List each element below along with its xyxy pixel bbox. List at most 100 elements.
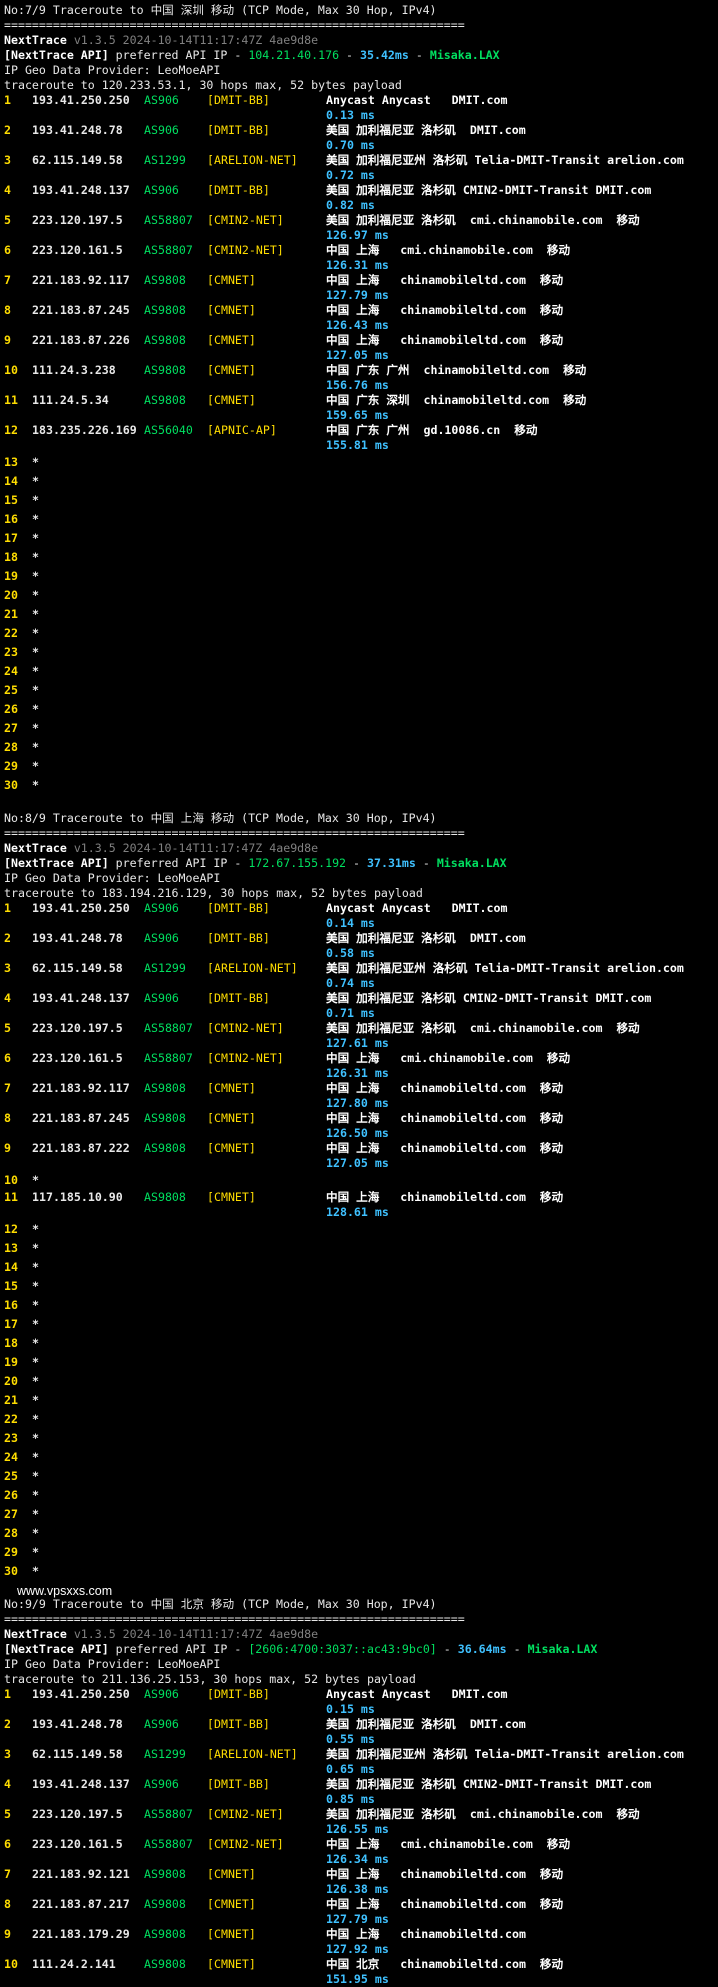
hop-timeout-row: 16 *	[4, 1296, 718, 1315]
hop-timeout-row: 14 *	[4, 472, 718, 491]
hop-geo: 美国 加利福尼亚 洛杉矶 CMIN2-DMIT-Transit DMIT.com	[326, 991, 652, 1005]
version-info: v1.3.5 2024-10-14T11:17:47Z 4ae9d8e	[73, 841, 319, 855]
section-title: No:7/9 Traceroute to 中国 深圳 移动 (TCP Mode,…	[4, 3, 437, 17]
hop-row: 4 193.41.248.137 AS906 [DMIT-BB] 美国 加利福尼亚 洛杉…	[4, 183, 718, 198]
hop-number: 15	[4, 493, 18, 507]
hop-asn: AS56040	[144, 423, 193, 437]
hop-geo: 美国 加利福尼亚 洛杉矶 cmi.chinamobile.com 移动	[326, 1021, 640, 1035]
hop-geo: 中国 上海 cmi.chinamobile.com 移动	[326, 243, 571, 257]
api-dash: -	[339, 48, 361, 62]
timeout-star: *	[32, 1412, 39, 1426]
hop-ip: 221.183.87.245	[32, 1111, 130, 1125]
version-info: v1.3.5 2024-10-14T11:17:47Z 4ae9d8e	[73, 33, 319, 47]
hop-geo: Anycast Anycast DMIT.com	[326, 901, 508, 915]
hop-row: 2 193.41.248.78 AS906 [DMIT-BB] 美国 加利福尼亚 洛杉矶…	[4, 1717, 718, 1732]
timeout-star: *	[32, 778, 39, 792]
hop-tag: [CMNET]	[207, 363, 256, 377]
hop-timeout-row: 27 *	[4, 1505, 718, 1524]
hop-number: 6	[4, 1051, 11, 1065]
hop-entry: 5 223.120.197.5 AS58807 [CMIN2-NET] 美国 加利福尼亚…	[4, 1807, 718, 1837]
hop-row: 1 193.41.250.250 AS906 [DMIT-BB] Anycast Any…	[4, 93, 718, 108]
hop-timeout-row: 16 *	[4, 510, 718, 529]
hop-geo: 中国 北京 chinamobileltd.com 移动	[326, 1957, 564, 1971]
hop-row: 7 221.183.92.117 AS9808 [CMNET] 中国 上海 chinam…	[4, 273, 718, 288]
hop-entry: 12 183.235.226.169 AS56040 [APNIC-AP] 中国 广东 …	[4, 423, 718, 453]
hop-geo: 中国 上海 cmi.chinamobile.com 移动	[326, 1837, 571, 1851]
hop-number: 7	[4, 273, 11, 287]
hop-timeout-row: 27 *	[4, 719, 718, 738]
timeout-star: *	[32, 1507, 39, 1521]
hop-asn: AS9808	[144, 1867, 186, 1881]
hop-number: 2	[4, 931, 11, 945]
hop-number: 28	[4, 740, 18, 754]
hop-latency: 0.58 ms	[326, 946, 375, 960]
version-line: NextTrace v1.3.5 2024-10-14T11:17:47Z 4a…	[4, 33, 718, 48]
hop-row: 1 193.41.250.250 AS906 [DMIT-BB] Anycast Any…	[4, 1687, 718, 1702]
geo-provider-line: IP Geo Data Provider: LeoMoeAPI	[4, 1657, 221, 1671]
hop-timeout-row: 22 *	[4, 1410, 718, 1429]
hop-number: 11	[4, 1190, 18, 1204]
hop-number: 12	[4, 423, 18, 437]
hop-entry: 1 193.41.250.250 AS906 [DMIT-BB] Anycast Any…	[4, 1687, 718, 1717]
hop-geo: Anycast Anycast DMIT.com	[326, 1687, 508, 1701]
hop-latency: 151.95 ms	[326, 1972, 389, 1986]
hop-ip: 221.183.87.226	[32, 333, 130, 347]
timeout-star: *	[32, 512, 39, 526]
hop-entry: 7 221.183.92.117 AS9808 [CMNET] 中国 上海 chinam…	[4, 273, 718, 303]
hop-ip: 221.183.92.121	[32, 1867, 130, 1881]
app-name: NextTrace	[4, 841, 67, 855]
hop-geo: 美国 加利福尼亚 洛杉矶 DMIT.com	[326, 123, 526, 137]
hop-entry: 5 223.120.197.5 AS58807 [CMIN2-NET] 美国 加利福尼亚…	[4, 1021, 718, 1051]
hop-asn: AS58807	[144, 1807, 193, 1821]
hop-number: 8	[4, 1897, 11, 1911]
hop-timeout-row: 28 *	[4, 738, 718, 757]
hop-number: 19	[4, 1355, 18, 1369]
hop-number: 12	[4, 1222, 18, 1236]
hop-latency: 0.14 ms	[326, 916, 375, 930]
hop-asn: AS9808	[144, 1190, 186, 1204]
hop-row: 5 223.120.197.5 AS58807 [CMIN2-NET] 美国 加利福尼亚…	[4, 1807, 718, 1822]
hop-tag: [CMIN2-NET]	[207, 1051, 284, 1065]
hop-asn: AS1299	[144, 153, 186, 167]
hop-asn: AS906	[144, 183, 179, 197]
hop-number: 16	[4, 512, 18, 526]
hop-asn: AS906	[144, 991, 179, 1005]
hop-timeout-row: 18 *	[4, 548, 718, 567]
hop-timeout-row: 13 *	[4, 1239, 718, 1258]
timeout-star: *	[32, 645, 39, 659]
hop-asn: AS9808	[144, 1111, 186, 1125]
hop-row: 11 111.24.5.34 AS9808 [CMNET] 中国 广东 深圳 china…	[4, 393, 718, 408]
traceroute-section: No:9/9 Traceroute to 中国 北京 移动 (TCP Mode,…	[4, 1581, 718, 1987]
hop-asn: AS906	[144, 901, 179, 915]
hop-number: 9	[4, 333, 11, 347]
hop-asn: AS9808	[144, 273, 186, 287]
hop-timeout-row: 25 *	[4, 681, 718, 700]
hop-asn: AS58807	[144, 1051, 193, 1065]
api-prefix: [NextTrace API]	[4, 48, 109, 62]
hop-timeout-row: 26 *	[4, 1486, 718, 1505]
hop-number: 26	[4, 1488, 18, 1502]
hop-geo: 中国 上海 chinamobileltd.com 移动	[326, 1897, 564, 1911]
hop-tag: [CMNET]	[207, 1081, 256, 1095]
hop-number: 23	[4, 645, 18, 659]
hop-timeout-row: 21 *	[4, 605, 718, 624]
hop-entry: 4 193.41.248.137 AS906 [DMIT-BB] 美国 加利福尼亚 洛杉…	[4, 183, 718, 213]
hop-ip: 193.41.250.250	[32, 1687, 130, 1701]
hop-entry: 7 221.183.92.121 AS9808 [CMNET] 中国 上海 chinam…	[4, 1867, 718, 1897]
hop-entry: 8 221.183.87.245 AS9808 [CMNET] 中国 上海 chinam…	[4, 1111, 718, 1141]
hop-tag: [CMIN2-NET]	[207, 1807, 284, 1821]
hop-number: 16	[4, 1298, 18, 1312]
hop-timeout-row: 28 *	[4, 1524, 718, 1543]
hop-number: 7	[4, 1867, 11, 1881]
timeout-star: *	[32, 1469, 39, 1483]
hop-geo: 中国 上海 chinamobileltd.com 移动	[326, 1081, 564, 1095]
hop-number: 11	[4, 393, 18, 407]
hop-tag: [DMIT-BB]	[207, 901, 270, 915]
section-title: No:9/9 Traceroute to 中国 北京 移动 (TCP Mode,…	[4, 1597, 437, 1611]
hop-row: 10 111.24.3.238 AS9808 [CMNET] 中国 广东 广州 chin…	[4, 363, 718, 378]
hop-ip: 223.120.197.5	[32, 213, 123, 227]
hop-timeout-row: 12 *	[4, 1220, 718, 1239]
hop-tag: [CMNET]	[207, 303, 256, 317]
hop-tag: [DMIT-BB]	[207, 1777, 270, 1791]
hop-number: 18	[4, 1336, 18, 1350]
